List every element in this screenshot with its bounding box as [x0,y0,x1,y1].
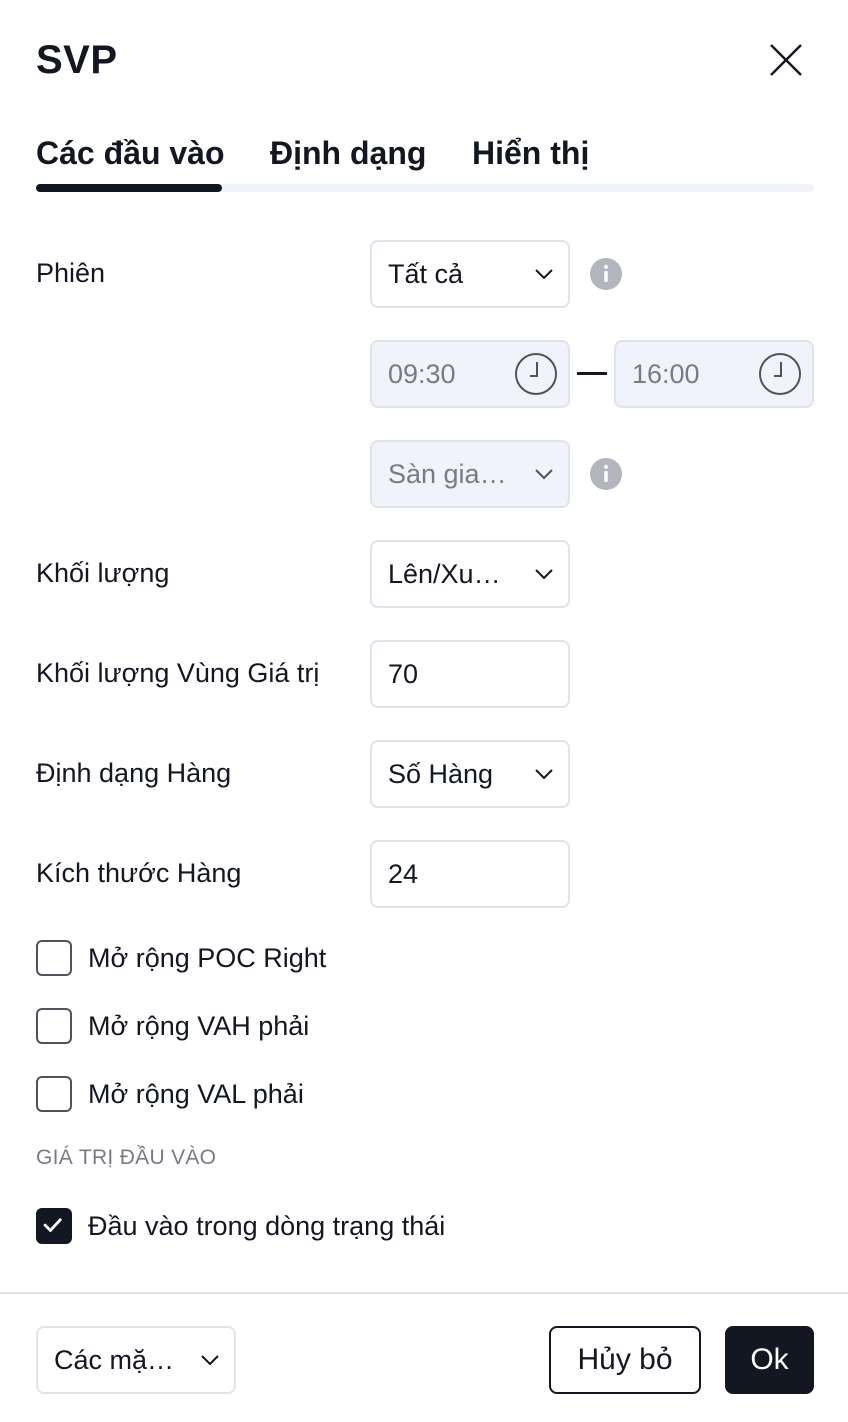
cancel-button[interactable]: Hủy bỏ [549,1326,701,1394]
chevron-down-icon [201,1355,219,1366]
end-time-value: 16:00 [632,359,700,389]
checkbox-label: Mở rộng VAH phải [88,1011,310,1041]
volume-select[interactable]: Lên/Xu… [370,540,570,608]
chevron-down-icon [535,269,553,280]
row-format-select[interactable]: Số Hàng [370,740,570,808]
row-format-label: Định dạng Hàng [36,758,232,788]
session-select[interactable]: Tất cả [370,240,570,308]
checkbox-label: Mở rộng POC Right [88,943,327,973]
close-icon[interactable] [766,40,806,80]
session-end-time[interactable]: 16:00 [614,340,814,408]
tab-style[interactable]: Định dạng [270,128,426,188]
chevron-down-icon [535,469,553,480]
session-start-time[interactable]: 09:30 [370,340,570,408]
tab-visibility[interactable]: Hiển thị [472,128,589,188]
tab-active-indicator [36,184,222,192]
time-range-separator [577,372,607,375]
checkbox-box[interactable] [36,1208,72,1244]
checkbox-box[interactable] [36,1076,72,1112]
tab-bar: Các đầu vào Định dạng Hiển thị [36,128,814,192]
footer-divider [0,1292,848,1294]
info-icon[interactable] [590,458,622,490]
clock-icon[interactable] [514,352,558,396]
checkbox-label: Mở rộng VAL phải [88,1079,304,1109]
row-size-label: Kích thước Hàng [36,858,242,888]
info-icon[interactable] [590,258,622,290]
checkbox-label: Đầu vào trong dòng trạng thái [88,1211,446,1241]
defaults-value: Các mặ… [54,1345,175,1375]
check-icon [43,1218,62,1232]
row-size-input[interactable]: 24 [370,840,570,908]
chevron-down-icon [535,769,553,780]
dialog-title: SVP [36,38,118,82]
row-format-value: Số Hàng [388,759,494,789]
checkbox-box[interactable] [36,940,72,976]
value-area-volume-label: Khối lượng Vùng Giá trị [36,658,320,688]
checkbox-box[interactable] [36,1008,72,1044]
session-label: Phiên [36,258,106,288]
volume-select-value: Lên/Xu… [388,559,501,589]
input-values-heading: GIÁ TRỊ ĐẦU VÀO [36,1146,217,1169]
session-type-select[interactable]: Sàn gia… [370,440,570,508]
value-area-volume-input[interactable]: 70 [370,640,570,708]
volume-label: Khối lượng [36,558,170,588]
chevron-down-icon [535,569,553,580]
session-type-value: Sàn gia… [388,459,507,489]
session-select-value: Tất cả [388,259,464,289]
clock-icon[interactable] [758,352,802,396]
start-time-value: 09:30 [388,359,456,389]
ok-button[interactable]: Ok [725,1326,814,1394]
defaults-select[interactable]: Các mặ… [36,1326,236,1394]
tab-inputs[interactable]: Các đầu vào [36,128,225,188]
